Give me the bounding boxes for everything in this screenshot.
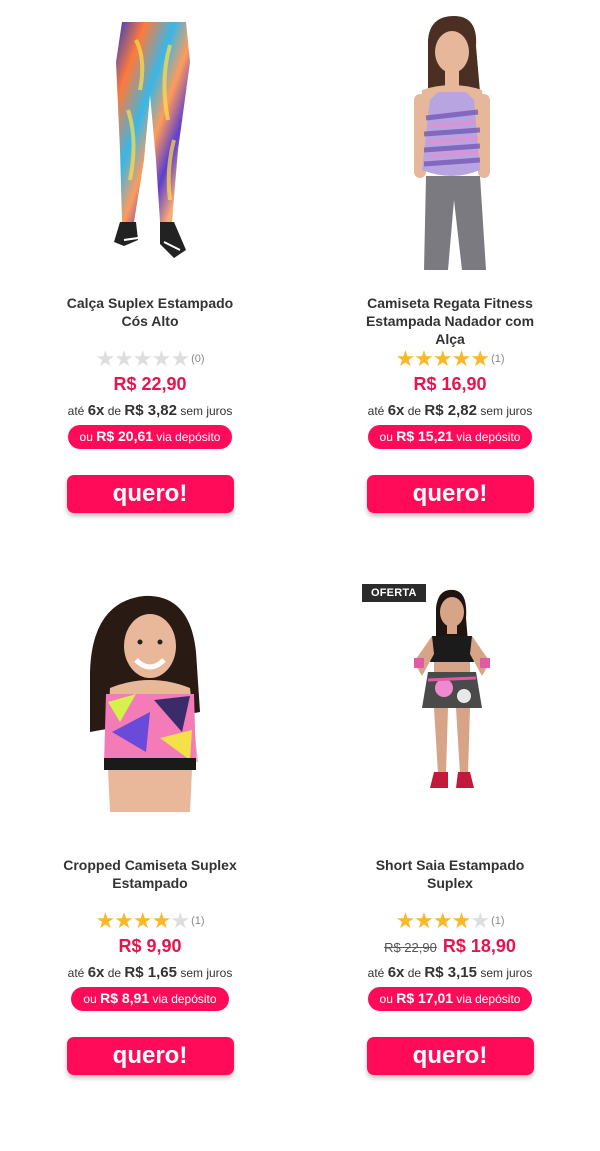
star-icon: ★ (451, 346, 472, 371)
deposit-suffix: via depósito (456, 430, 521, 444)
install-mid: de (107, 404, 122, 418)
star-icon: ★ (395, 346, 415, 371)
install-prefix: até (367, 966, 385, 980)
star-icon: ★ (395, 908, 415, 933)
price-row: R$ 16,90 (300, 374, 600, 398)
install-mid: de (407, 966, 422, 980)
deposit-value: R$ 20,61 (96, 428, 154, 444)
price-row: R$ 22,90 (0, 374, 300, 398)
star-icon: ★ (151, 908, 172, 933)
product-name[interactable]: Camiseta Regata Fitness Estampada Nadado… (355, 294, 545, 348)
price: R$ 16,90 (413, 374, 487, 394)
star-icon: ★ (114, 346, 134, 371)
rating: ★ ★ ★ ★ ★ (1) (0, 910, 300, 932)
product-name[interactable]: Calça Suplex Estampado Cós Alto (55, 294, 245, 348)
deposit-suffix: via depósito (152, 992, 217, 1006)
star-icon: ★ (170, 908, 190, 933)
deposit-suffix: via depósito (156, 430, 221, 444)
price-row: R$ 22,90 R$ 18,90 (300, 936, 600, 960)
install-value: R$ 2,82 (424, 402, 477, 419)
install-value: R$ 3,15 (424, 964, 477, 981)
deposit-value: R$ 17,01 (396, 990, 454, 1006)
star-icon: ★ (432, 346, 453, 371)
install-suffix: sem juros (180, 404, 233, 418)
install-count: 6x (87, 964, 105, 981)
deposit-price-badge: ou R$ 15,21 via depósito (367, 425, 533, 449)
star-icon: ★ (451, 908, 472, 933)
deposit-price-badge: ou R$ 17,01 via depósito (367, 987, 533, 1011)
install-count: 6x (87, 402, 105, 419)
product-card: Cropped Camiseta Suplex Estampado ★ ★ ★ ★ ★ … (0, 562, 300, 1075)
product-grid: Calça Suplex Estampado Cós Alto ★ ★ ★ ★ ★ (0… (0, 0, 600, 1151)
review-count[interactable]: (1) (191, 915, 204, 927)
price: R$ 18,90 (442, 936, 516, 956)
product-card: OFERTA Short Saia Estampado Suplex ★ ★ ★… (300, 562, 600, 1075)
product-name[interactable]: Short Saia Estampado Suplex (355, 856, 545, 910)
installments: até 6x de R$ 3,15 sem juros (365, 962, 535, 984)
star-icon: ★ (432, 908, 453, 933)
star-icon: ★ (470, 908, 490, 933)
rating: ★ ★ ★ ★ ★ (0) (0, 348, 300, 370)
review-count[interactable]: (1) (491, 353, 504, 365)
review-count[interactable]: (1) (491, 915, 504, 927)
rating: ★ ★ ★ ★ ★ (1) (300, 348, 600, 370)
deposit-prefix: ou (83, 992, 97, 1006)
product-image-leggings[interactable] (0, 0, 300, 280)
product-image-tank-top[interactable] (300, 0, 600, 280)
product-image-skort[interactable]: OFERTA (300, 562, 600, 842)
star-icon: ★ (95, 908, 115, 933)
deposit-prefix: ou (379, 430, 393, 444)
install-suffix: sem juros (480, 404, 533, 418)
star-icon: ★ (414, 908, 434, 933)
product-card: Calça Suplex Estampado Cós Alto ★ ★ ★ ★ ★ (0… (0, 0, 300, 513)
install-suffix: sem juros (180, 966, 233, 980)
buy-button[interactable]: quero! (66, 475, 234, 513)
deposit-value: R$ 15,21 (396, 428, 454, 444)
star-icon: ★ (114, 908, 134, 933)
deposit-prefix: ou (379, 992, 393, 1006)
offer-badge: OFERTA (362, 584, 426, 602)
deposit-prefix: ou (79, 430, 93, 444)
star-icon: ★ (95, 346, 115, 371)
product-name[interactable]: Cropped Camiseta Suplex Estampado (55, 856, 245, 910)
install-count: 6x (387, 402, 405, 419)
deposit-value: R$ 8,91 (100, 990, 150, 1006)
buy-button[interactable]: quero! (66, 1037, 234, 1075)
install-value: R$ 3,82 (124, 402, 177, 419)
installments: até 6x de R$ 1,65 sem juros (65, 962, 235, 984)
star-icon: ★ (414, 346, 434, 371)
install-count: 6x (387, 964, 405, 981)
install-value: R$ 1,65 (124, 964, 177, 981)
install-mid: de (407, 404, 422, 418)
review-count[interactable]: (0) (191, 353, 204, 365)
rating: ★ ★ ★ ★ ★ (1) (300, 910, 600, 932)
buy-button[interactable]: quero! (366, 1037, 534, 1075)
star-icon: ★ (151, 346, 172, 371)
install-suffix: sem juros (480, 966, 533, 980)
deposit-price-badge: ou R$ 20,61 via depósito (67, 425, 233, 449)
price: R$ 22,90 (113, 374, 187, 394)
star-icon: ★ (170, 346, 190, 371)
price: R$ 9,90 (118, 936, 182, 956)
product-image-cropped-top[interactable] (0, 562, 300, 842)
star-icon: ★ (132, 908, 153, 933)
install-prefix: até (367, 404, 385, 418)
buy-button[interactable]: quero! (366, 475, 534, 513)
deposit-price-badge: ou R$ 8,91 via depósito (71, 987, 229, 1011)
install-prefix: até (67, 404, 85, 418)
installments: até 6x de R$ 2,82 sem juros (365, 400, 535, 422)
star-icon: ★ (132, 346, 153, 371)
old-price: R$ 22,90 (384, 940, 437, 955)
install-mid: de (107, 966, 122, 980)
star-icon: ★ (470, 346, 490, 371)
install-prefix: até (67, 966, 85, 980)
product-card: Camiseta Regata Fitness Estampada Nadado… (300, 0, 600, 513)
installments: até 6x de R$ 3,82 sem juros (65, 400, 235, 422)
price-row: R$ 9,90 (0, 936, 300, 960)
deposit-suffix: via depósito (456, 992, 521, 1006)
